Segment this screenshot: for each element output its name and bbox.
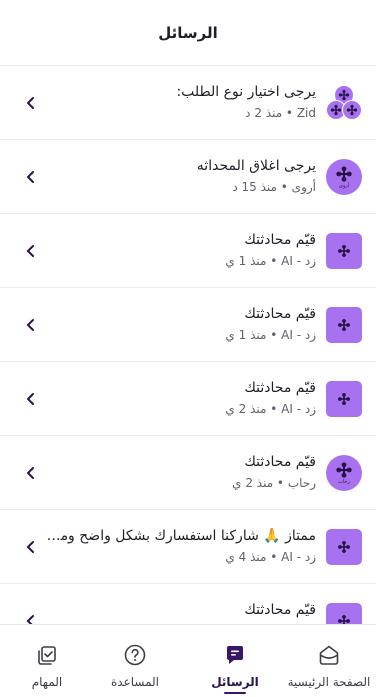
conversation-text: قيّم محادثتك زد - AI • منذ 1 ي [46,230,316,270]
tab-tasks[interactable]: المهام [0,625,94,697]
zid-logo-icon [336,166,352,182]
zid-logo-icon [338,615,350,624]
chevron-left-icon [22,464,40,482]
bot-avatar [326,307,362,343]
conversation-title: قيّم محادثتك [244,306,316,322]
conversation-row[interactable]: أروى يرجى اغلاق المحداثه أروى • منذ 15 د [0,140,376,214]
avatar-caption: رحاب [338,479,350,485]
conversation-text: قيّم محادثتك زد - AI • منذ 2 ي [46,378,316,418]
conversation-list[interactable]: يرجى اختيار نوع الطلب: Zid • منذ 2 د أرو… [0,66,376,624]
conversation-meta: زد - AI • منذ 2 ي [225,402,316,416]
bot-avatar [326,233,362,269]
conversation-row[interactable]: قيّم محادثتك زد - AI • منذ 1 ي [0,214,376,288]
conversation-title: قيّم محادثتك [244,232,316,248]
zid-logo-icon [338,319,350,331]
zid-logo-icon [336,462,352,478]
conversation-meta: أروى • منذ 15 د [232,180,316,194]
home-icon [319,645,339,665]
conversation-title: ممتاز 🙏 شاركنا استفسارك بشكل واضح ومحـ..… [46,528,316,544]
conversation-row[interactable]: قيّم محادثتك [0,584,376,624]
zid-logo-icon [338,541,350,553]
conversation-title: يرجى اغلاق المحداثه [196,158,316,174]
chevron-left-icon [22,316,40,334]
agent-avatar: أروى [326,159,362,195]
group-avatar [326,85,362,121]
conversation-title: قيّم محادثتك [244,602,316,618]
conversation-text: يرجى اختيار نوع الطلب: Zid • منذ 2 د [46,82,316,122]
chevron-left-icon [22,168,40,186]
conversation-text: يرجى اغلاق المحداثه أروى • منذ 15 د [46,156,316,196]
conversation-text: ممتاز 🙏 شاركنا استفسارك بشكل واضح ومحـ..… [46,526,316,566]
tasks-icon [38,646,56,665]
tab-home[interactable]: الصفحة الرئيسية [282,625,376,697]
zid-logo-icon [342,100,362,120]
chevron-left-icon [22,242,40,260]
chevron-left-icon [22,94,40,112]
conversation-meta: رحاب • منذ 2 ي [232,476,316,490]
zid-logo-icon [338,393,350,405]
messages-icon [227,646,243,664]
conversation-meta: زد - AI • منذ 4 ي [225,550,316,564]
conversation-meta: زد - AI • منذ 1 ي [225,254,316,268]
chevron-left-icon [22,538,40,556]
tab-messages[interactable]: الرسائل [188,625,282,697]
conversation-text: قيّم محادثتك زد - AI • منذ 1 ي [46,304,316,344]
tab-label: المهام [31,675,63,689]
bottom-tab-bar: المهام المساعدة الرسائل الصفحة الرئيسية [0,624,376,697]
active-tab-indicator [224,692,246,694]
conversation-meta: Zid • منذ 2 د [245,106,316,120]
tab-label: الرسائل [211,675,259,689]
avatar-caption: أروى [338,183,350,189]
zid-logo-icon [338,245,350,257]
chevron-left-icon [22,390,40,408]
conversation-text: قيّم محادثتك [46,600,316,622]
conversation-row[interactable]: رحاب قيّم محادثتك رحاب • منذ 2 ي [0,436,376,510]
conversation-row[interactable]: قيّم محادثتك زد - AI • منذ 2 ي [0,362,376,436]
tab-help[interactable]: المساعدة [88,625,182,697]
bot-avatar [326,603,362,624]
bot-avatar [326,381,362,417]
bot-avatar [326,529,362,565]
conversation-text: قيّم محادثتك رحاب • منذ 2 ي [46,452,316,492]
page-title: الرسائل [158,23,218,42]
conversation-row[interactable]: قيّم محادثتك زد - AI • منذ 1 ي [0,288,376,362]
agent-avatar: رحاب [326,455,362,491]
conversation-row[interactable]: يرجى اختيار نوع الطلب: Zid • منذ 2 د [0,66,376,140]
chevron-left-icon [22,612,40,624]
conversation-title: قيّم محادثتك [244,380,316,396]
conversation-title: يرجى اختيار نوع الطلب: [176,84,316,100]
conversation-row[interactable]: ممتاز 🙏 شاركنا استفسارك بشكل واضح ومحـ..… [0,510,376,584]
tab-label: الصفحة الرئيسية [287,675,371,689]
conversation-title: قيّم محادثتك [244,454,316,470]
tab-label: المساعدة [110,675,160,689]
help-icon [124,644,146,666]
app-header: الرسائل [0,0,376,66]
conversation-meta: زد - AI • منذ 1 ي [225,328,316,342]
